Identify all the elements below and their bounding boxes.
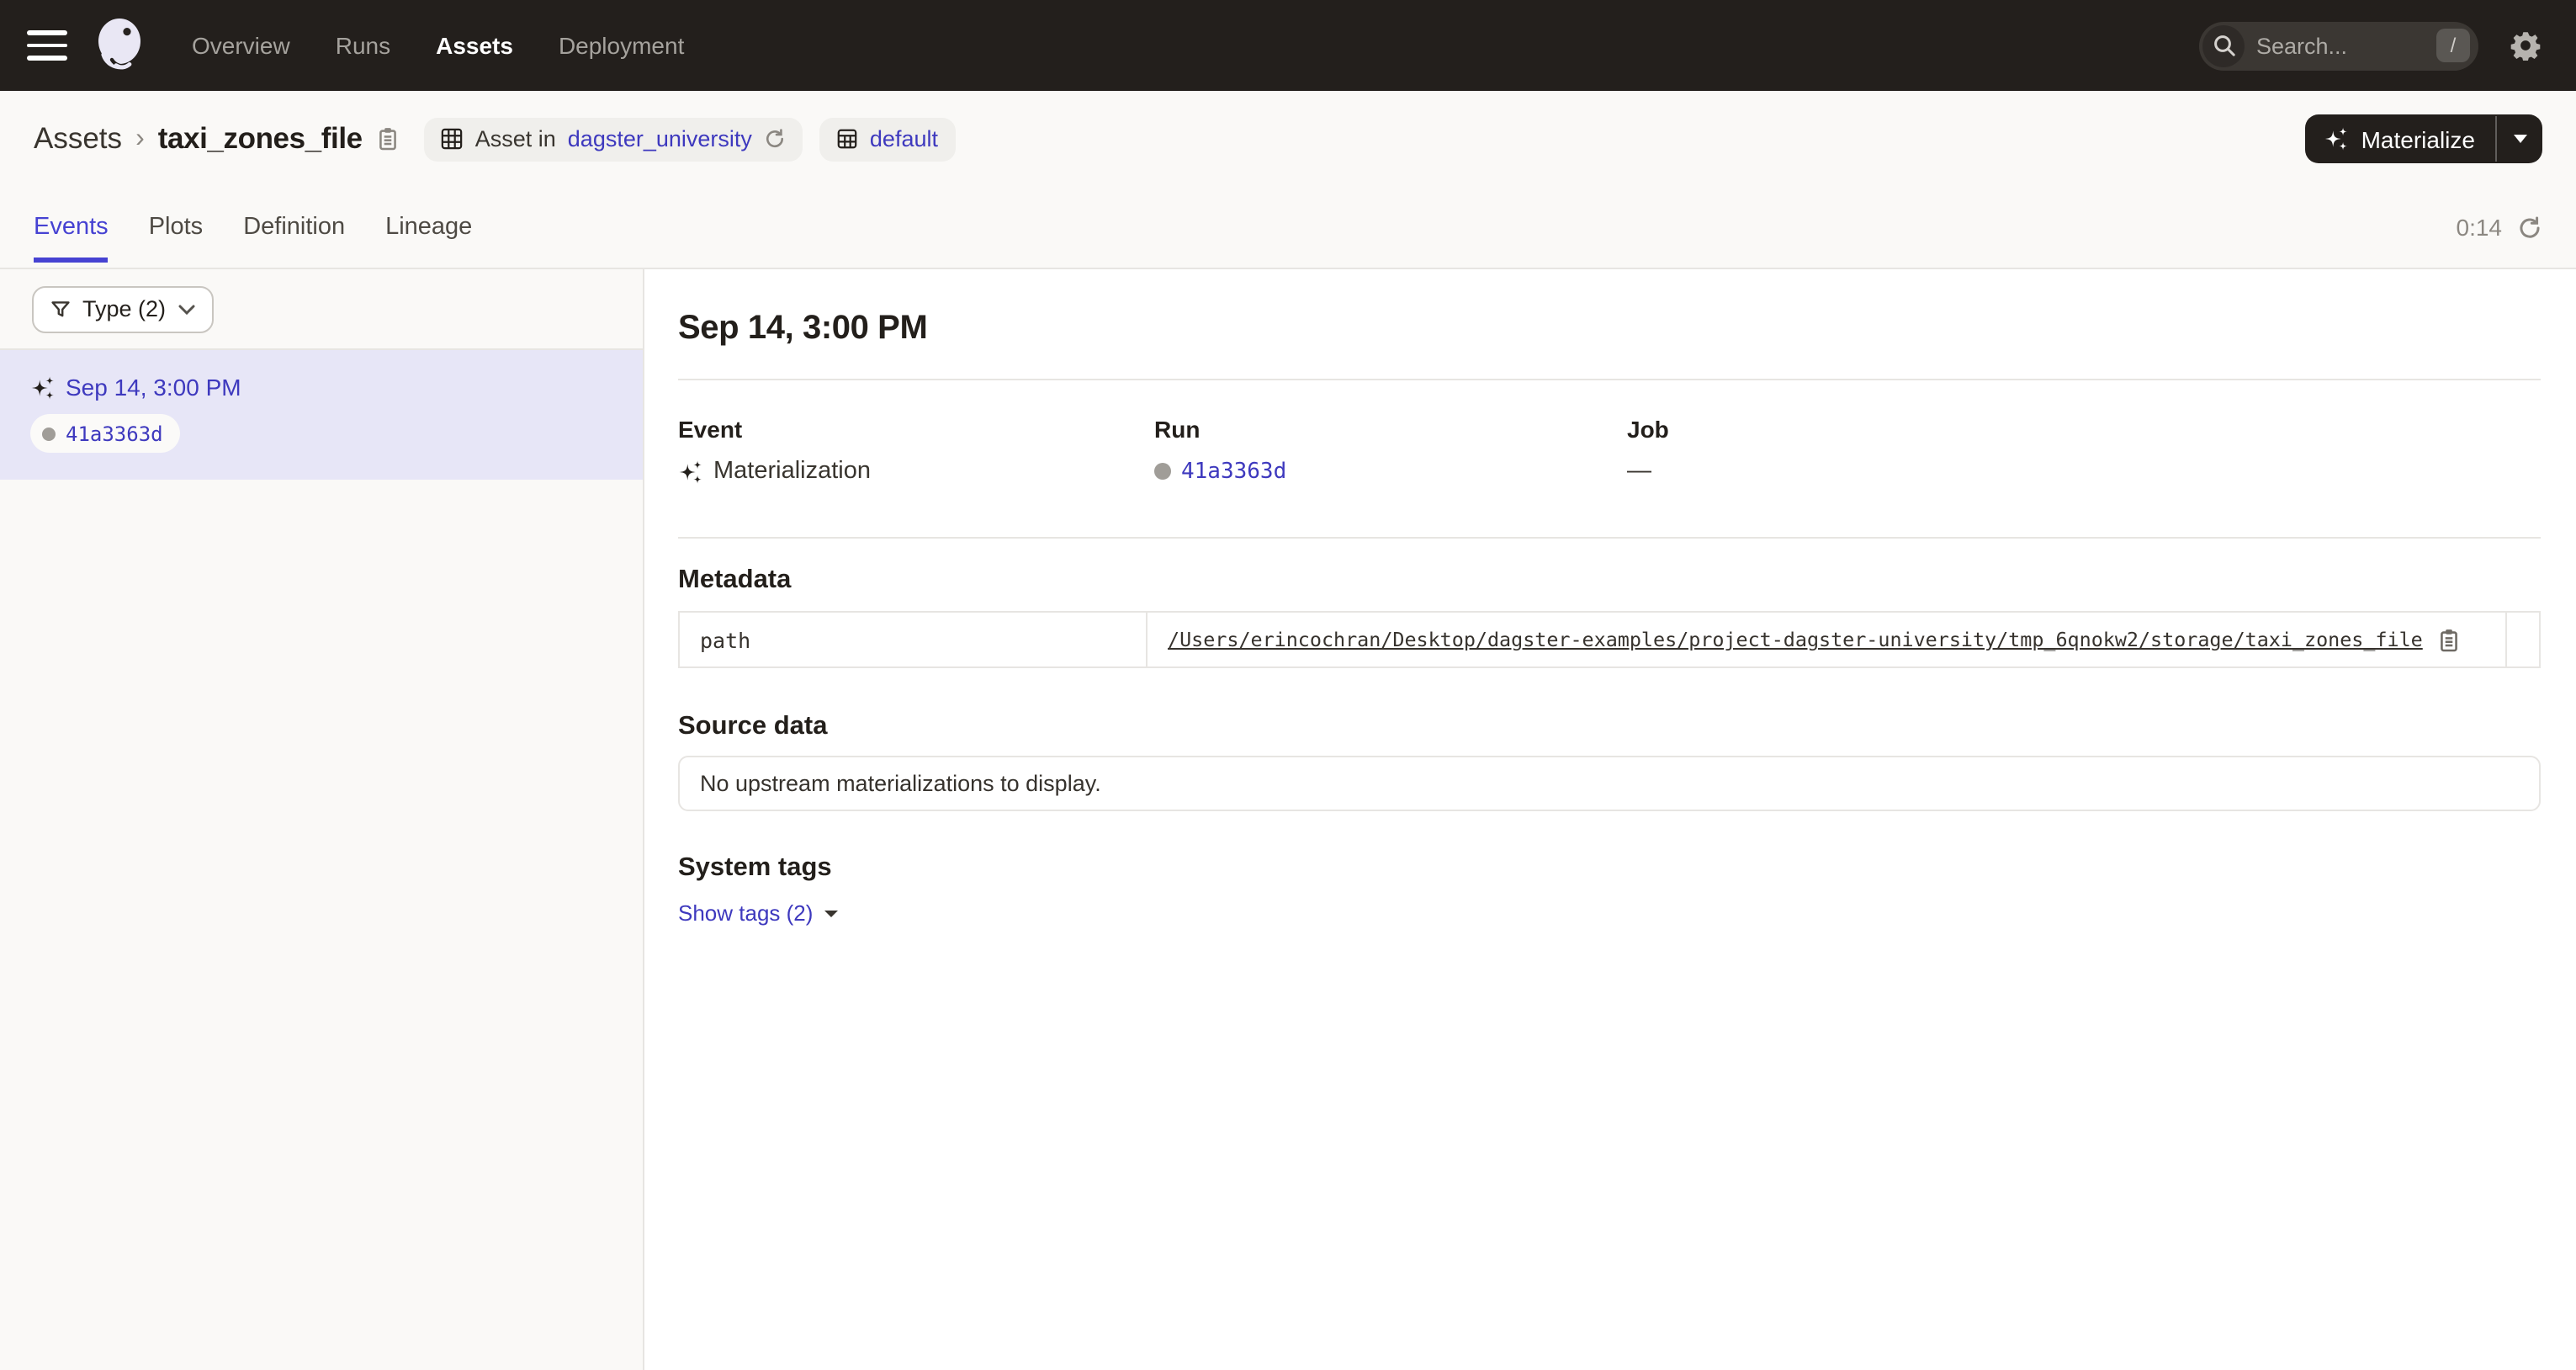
events-sidebar: Type (2) Sep 14, 3:00 PM [0,269,644,1370]
dagster-logo[interactable] [89,13,153,77]
system-tags-heading: System tags [678,853,2541,884]
run-status-dot [1154,463,1171,480]
run-id-link[interactable]: 41a3363d [1181,459,1286,484]
type-filter-button[interactable]: Type (2) [32,285,213,332]
materialization-sparkle-icon [30,374,56,400]
caret-down-icon [824,910,838,916]
tab-bar: Events Plots Definition Lineage 0:14 [0,187,2576,269]
refresh-icon[interactable] [2517,215,2542,240]
page-title: taxi_zones_file [158,121,363,157]
copy-path-icon[interactable] [2436,627,2462,652]
materialize-label: Materialize [2361,125,2475,152]
type-filter-label: Type (2) [82,296,166,321]
event-list-item[interactable]: Sep 14, 3:00 PM 41a3363d [0,350,643,480]
metadata-table: path /Users/erincochran/Desktop/dagster-… [678,611,2541,668]
primary-nav: Overview Runs Assets Deployment [192,32,684,59]
nav-item-deployment[interactable]: Deployment [559,32,684,59]
caret-down-icon [2513,135,2526,143]
breadcrumb-separator: › [135,124,145,154]
source-data-heading: Source data [678,712,2541,742]
run-tag[interactable]: 41a3363d [30,414,180,453]
divider [678,537,2541,539]
run-value: 41a3363d [1154,458,1627,485]
filter-icon [50,299,71,319]
materialization-sparkle-icon [678,459,703,484]
show-tags-label: Show tags (2) [678,900,813,926]
materialize-sparkle-icon [2324,126,2350,151]
metadata-heading: Metadata [678,566,2541,596]
metadata-trailing-cell [2505,613,2539,666]
breadcrumb-assets-link[interactable]: Assets [34,121,122,157]
page-header: Assets › taxi_zones_file Asset in dagste… [0,91,2576,187]
job-empty-value: — [1627,458,1651,485]
tab-events[interactable]: Events [34,187,109,268]
search-input[interactable] [2245,33,2436,58]
show-tags-toggle[interactable]: Show tags (2) [678,900,838,926]
copy-asset-name-icon[interactable] [376,126,401,151]
nav-item-overview[interactable]: Overview [192,32,290,59]
event-type-value: Materialization [678,458,1154,485]
event-timestamp-link[interactable]: Sep 14, 3:00 PM [66,374,241,401]
run-id-link[interactable]: 41a3363d [66,422,163,445]
code-location-prefix: Asset in [475,126,556,151]
divider [678,379,2541,380]
nav-right: / [2199,21,2576,70]
filter-bar: Type (2) [0,269,643,350]
content-body: Type (2) Sep 14, 3:00 PM [0,269,2576,1370]
run-column-header: Run [1154,416,1627,443]
menu-icon[interactable] [27,30,67,61]
search-icon [2202,24,2245,66]
slash-shortcut-badge: / [2436,29,2470,62]
run-status-dot [42,427,56,440]
event-detail-panel: Sep 14, 3:00 PM Event Run Job Materializ… [644,269,2576,1370]
refresh-area: 0:14 [2457,214,2543,241]
materialize-button[interactable]: Materialize [2306,114,2495,163]
tab-lineage[interactable]: Lineage [385,187,472,268]
top-nav: Overview Runs Assets Deployment / [0,0,2576,91]
nav-item-assets[interactable]: Assets [436,32,513,59]
source-data-empty-state: No upstream materializations to display. [678,756,2541,811]
app-window: Overview Runs Assets Deployment / [0,0,2576,1370]
metadata-value-cell: /Users/erincochran/Desktop/dagster-examp… [1146,613,2505,666]
asset-group-icon [442,128,464,150]
tab-plots[interactable]: Plots [149,187,204,268]
repo-icon [836,128,858,150]
metadata-path-link[interactable]: /Users/erincochran/Desktop/dagster-examp… [1168,628,2423,651]
group-default-link[interactable]: default [870,126,938,151]
job-column-header: Job [1627,416,2541,443]
gear-icon[interactable] [2510,30,2541,61]
metadata-key-cell: path [680,613,1146,666]
job-value: — [1627,458,2541,485]
source-data-empty-message: No upstream materializations to display. [700,771,1101,796]
event-summary-grid: Event Run Job Materialization 41a3363d [678,416,2541,485]
event-detail-title: Sep 14, 3:00 PM [678,310,2541,348]
materialize-dropdown-button[interactable] [2497,114,2542,163]
materialize-split-button: Materialize [2306,114,2542,163]
refresh-countdown: 0:14 [2457,214,2503,241]
octopus-logo-icon [91,15,151,76]
group-tag: default [819,117,955,161]
chevron-down-icon [178,300,194,317]
tab-definition[interactable]: Definition [243,187,345,268]
event-column-header: Event [678,416,1154,443]
code-location-tag: Asset in dagster_university [425,117,803,161]
nav-item-runs[interactable]: Runs [336,32,390,59]
code-location-link[interactable]: dagster_university [568,126,752,151]
event-type-label: Materialization [713,458,871,485]
search-box[interactable]: / [2199,21,2478,70]
reload-location-icon[interactable] [764,128,786,150]
